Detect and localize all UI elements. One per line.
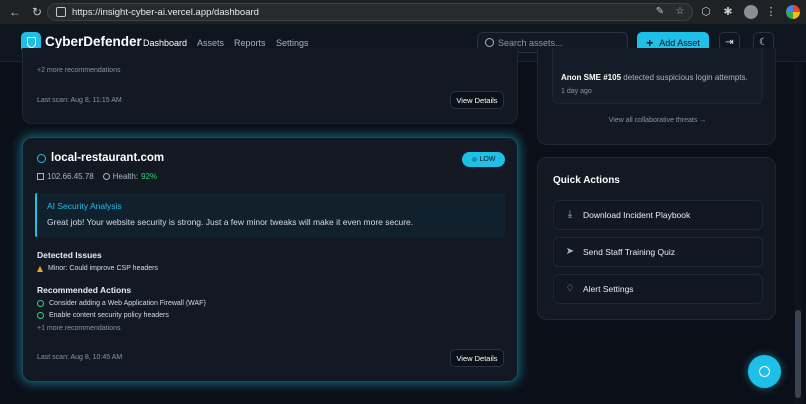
threat-time: 1 day ago — [561, 88, 592, 95]
nav-reports[interactable]: Reports — [234, 38, 266, 48]
risk-dot-icon — [471, 157, 477, 162]
collaborative-threats-card: Anon SME #105 detected suspicious login … — [537, 48, 776, 145]
address-bar[interactable]: https://insight-cyber-ai.vercel.app/dash… — [47, 3, 693, 21]
check-circle-icon — [37, 300, 44, 307]
alert-settings-button[interactable]: ♢ Alert Settings — [553, 274, 763, 304]
add-asset-label: Add Asset — [659, 37, 700, 48]
detected-issues-title: Detected Issues — [37, 250, 102, 260]
reload-icon[interactable]: ↻ — [30, 5, 44, 19]
chat-bubble-icon — [759, 366, 770, 377]
threat-item[interactable]: Anon SME #105 detected suspicious login … — [552, 48, 763, 104]
quick-action-label: Alert Settings — [583, 284, 634, 294]
send-quiz-button[interactable]: ➤ Send Staff Training Quiz — [553, 237, 763, 267]
threat-text: Anon SME #105 detected suspicious login … — [561, 73, 748, 82]
edit-icon[interactable]: ✎ — [655, 7, 665, 17]
download-icon: ⤓ — [567, 209, 573, 220]
risk-level: LOW — [479, 156, 496, 163]
asset-meta: 102.66.45.78 Health: 92% — [37, 172, 157, 181]
view-details-button[interactable]: View Details — [450, 91, 504, 109]
quick-actions-title: Quick Actions — [553, 175, 620, 186]
menu-dots-icon[interactable]: ⋮ — [764, 5, 778, 19]
quick-action-label: Send Staff Training Quiz — [583, 247, 675, 257]
plus-icon: + — [646, 35, 654, 50]
risk-badge: LOW — [462, 152, 505, 167]
action-item: Consider adding a Web Application Firewa… — [37, 300, 206, 307]
globe-icon — [37, 154, 46, 163]
last-scan: Last scan: Aug 8, 11:15 AM — [37, 97, 122, 104]
send-icon: ➤ — [565, 246, 575, 257]
check-circle-icon — [37, 312, 44, 319]
quick-action-label: Download Incident Playbook — [583, 210, 691, 220]
action-item: Enable content security policy headers — [37, 312, 169, 319]
scrollbar-thumb[interactable] — [795, 310, 801, 398]
quick-actions-card: Quick Actions ⤓ Download Incident Playbo… — [537, 157, 776, 320]
search-icon — [485, 38, 494, 47]
action-text: Consider adding a Web Application Firewa… — [49, 300, 206, 307]
more-recommendations[interactable]: +2 more recommendations — [37, 67, 120, 74]
threat-source: Anon SME #105 — [561, 73, 622, 82]
more-recommendations[interactable]: +1 more recommendations — [37, 325, 120, 332]
asset-ip: 102.66.45.78 — [47, 172, 94, 181]
heartbeat-icon — [102, 173, 110, 180]
nav-assets[interactable]: Assets — [197, 38, 224, 48]
bookmark-star-icon[interactable]: ☆ — [675, 7, 685, 17]
nav-dashboard[interactable]: Dashboard — [143, 38, 187, 48]
issue-item: Minor: Could improve CSP headers — [37, 265, 158, 272]
view-all-threats-link[interactable]: View all collaborative threats → — [538, 117, 777, 124]
browser-toolbar: ← ↻ https://insight-cyber-ai.vercel.app/… — [0, 0, 806, 24]
extensions-icon[interactable]: ⬡ — [699, 5, 713, 19]
asset-domain: local-restaurant.com — [51, 152, 165, 164]
health-label: Health: — [112, 172, 139, 181]
ai-analysis-box: AI Security Analysis Great job! Your web… — [35, 193, 505, 237]
ai-analysis-text: Great job! Your website security is stro… — [47, 217, 414, 227]
site-info-icon[interactable] — [56, 7, 66, 17]
ai-analysis-title: AI Security Analysis — [47, 201, 122, 211]
last-scan: Last scan: Aug 8, 10:45 AM — [37, 354, 123, 361]
download-playbook-button[interactable]: ⤓ Download Incident Playbook — [553, 200, 763, 230]
recommended-actions-title: Recommended Actions — [37, 285, 132, 295]
logout-icon: ⇥ — [725, 37, 734, 48]
chat-button[interactable] — [748, 355, 781, 388]
issue-text: Minor: Could improve CSP headers — [48, 265, 158, 272]
view-details-button[interactable]: View Details — [450, 349, 504, 367]
asset-card: local-restaurant.com LOW 102.66.45.78 He… — [22, 137, 518, 382]
back-icon[interactable]: ← — [8, 5, 22, 19]
action-text: Enable content security policy headers — [49, 312, 169, 319]
asset-card-previous: +2 more recommendations Last scan: Aug 8… — [22, 48, 518, 124]
threat-description: detected suspicious login attempts. — [621, 73, 748, 82]
health-value: 92% — [141, 172, 158, 181]
copilot-icon[interactable] — [786, 5, 800, 19]
url-text[interactable]: https://insight-cyber-ai.vercel.app/dash… — [72, 7, 259, 18]
moon-icon: ☾ — [759, 37, 768, 48]
brand-name: CyberDefender — [45, 34, 142, 49]
warning-icon — [37, 265, 43, 272]
bell-icon: ♢ — [565, 283, 575, 294]
server-icon — [37, 173, 44, 180]
extension-puzzle-icon[interactable]: ✱ — [721, 5, 735, 19]
profile-avatar-icon[interactable] — [744, 5, 758, 19]
nav-settings[interactable]: Settings — [276, 38, 309, 48]
